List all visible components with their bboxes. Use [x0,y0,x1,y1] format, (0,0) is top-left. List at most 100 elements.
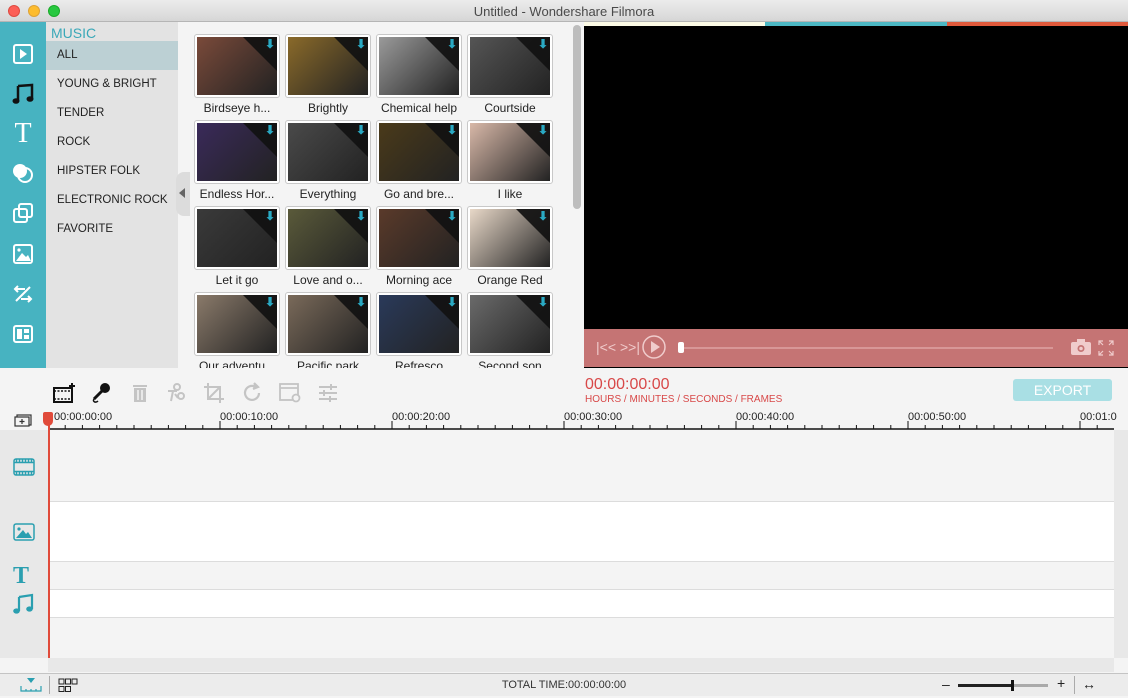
music-tile[interactable]: ⬇ Our adventu... [194,292,280,368]
add-media-icon[interactable] [51,380,77,406]
timeline-vertical-scrollbar[interactable] [1114,430,1128,658]
album-thumbnail[interactable]: ⬇ [285,120,371,184]
album-thumbnail[interactable]: ⬇ [194,34,280,98]
album-thumbnail[interactable]: ⬇ [376,206,462,270]
zoom-slider-knob[interactable] [1011,680,1014,691]
download-icon[interactable]: ⬇ [447,295,457,309]
download-icon[interactable]: ⬇ [447,209,457,223]
overlays-icon[interactable] [10,200,36,226]
music-tile[interactable]: ⬇ Everything [285,120,371,204]
download-icon[interactable]: ⬇ [265,123,275,137]
text-track[interactable] [48,562,1114,590]
music-tile[interactable]: ⬇ Endless Hor... [194,120,280,204]
zoom-in-button[interactable]: + [1057,675,1065,691]
album-thumbnail[interactable]: ⬇ [194,206,280,270]
download-icon[interactable]: ⬇ [538,37,548,51]
playback-progress-track[interactable] [683,347,1053,349]
album-thumbnail[interactable]: ⬇ [285,34,371,98]
category-favorite[interactable]: FAVORITE [46,215,178,244]
video-track[interactable] [48,430,1114,502]
music-track[interactable] [48,590,1114,618]
split-clip-icon[interactable] [163,380,189,406]
settings-panel-icon[interactable] [277,380,303,406]
text-icon[interactable]: T [10,118,36,149]
stripe-teal [765,22,947,26]
music-tile[interactable]: ⬇ Orange Red [467,206,553,290]
track-headers: T [0,430,48,658]
album-thumbnail[interactable]: ⬇ [376,120,462,184]
timeline-ruler[interactable]: 00:00:00:00 00:00:10:00 00:00:20:00 00:0… [0,408,1128,430]
timeline-horizontal-scrollbar[interactable] [48,658,1114,672]
album-thumbnail[interactable]: ⬇ [467,292,553,356]
music-tile[interactable]: ⬇ Second son [467,292,553,368]
filters-icon[interactable] [10,160,36,186]
music-tile[interactable]: ⬇ Birdseye h... [194,34,280,118]
music-icon[interactable] [10,81,36,107]
music-tile[interactable]: ⬇ Morning ace [376,206,462,290]
music-tile[interactable]: ⬇ Go and bre... [376,120,462,204]
elements-icon[interactable] [10,241,36,267]
download-icon[interactable]: ⬇ [356,37,366,51]
album-thumbnail[interactable]: ⬇ [194,120,280,184]
download-icon[interactable]: ⬇ [447,123,457,137]
playhead-handle[interactable] [43,412,53,426]
collapse-panel-button[interactable] [176,172,190,216]
category-rock[interactable]: ROCK [46,128,178,157]
album-thumbnail[interactable]: ⬇ [194,292,280,356]
export-button[interactable]: EXPORT [1013,379,1112,401]
fullscreen-icon[interactable] [1098,340,1114,361]
music-tile[interactable]: ⬇ Courtside [467,34,553,118]
music-tile[interactable]: ⬇ I like [467,120,553,204]
zoom-slider-track[interactable] [958,680,1048,691]
tile-label: Pacific park [296,359,360,368]
download-icon[interactable]: ⬇ [356,123,366,137]
download-icon[interactable]: ⬇ [265,209,275,223]
media-icon[interactable] [10,41,36,67]
transitions-icon[interactable] [10,281,36,307]
album-thumbnail[interactable]: ⬇ [376,292,462,356]
snapshot-camera-icon[interactable] [1070,338,1092,361]
image-track[interactable] [48,502,1114,562]
download-icon[interactable]: ⬇ [356,295,366,309]
category-all[interactable]: ALL [46,41,178,70]
previous-frame-button[interactable]: |<< [596,339,616,355]
album-thumbnail[interactable]: ⬇ [285,206,371,270]
download-icon[interactable]: ⬇ [538,209,548,223]
category-hipster-folk[interactable]: HIPSTER FOLK [46,157,178,186]
delete-icon[interactable] [127,380,153,406]
download-icon[interactable]: ⬇ [538,123,548,137]
album-thumbnail[interactable]: ⬇ [376,34,462,98]
rotate-icon[interactable] [239,380,265,406]
download-icon[interactable]: ⬇ [538,295,548,309]
album-thumbnail[interactable]: ⬇ [285,292,371,356]
music-tile[interactable]: ⬇ Chemical help [376,34,462,118]
tile-label: Love and o... [293,273,363,287]
record-voiceover-icon[interactable] [88,380,114,406]
category-young-bright[interactable]: YOUNG & BRIGHT [46,70,178,99]
zoom-out-button[interactable]: – [942,676,950,692]
download-icon[interactable]: ⬇ [447,37,457,51]
download-icon[interactable]: ⬇ [265,295,275,309]
download-icon[interactable]: ⬇ [265,37,275,51]
download-icon[interactable]: ⬇ [356,209,366,223]
play-button[interactable] [642,335,666,364]
album-thumbnail[interactable]: ⬇ [467,34,553,98]
playback-scrubber[interactable] [678,342,684,353]
next-frame-button[interactable]: >>| [620,339,640,355]
category-tender[interactable]: TENDER [46,99,178,128]
tile-label: Courtside [484,101,536,115]
album-thumbnail[interactable]: ⬇ [467,120,553,184]
music-tile[interactable]: ⬇ Love and o... [285,206,371,290]
music-tile[interactable]: ⬇ Brightly [285,34,371,118]
library-scrollbar[interactable] [573,25,581,209]
split-screen-icon[interactable] [10,321,36,347]
fit-timeline-icon[interactable]: ↔ [1082,676,1096,692]
music-tile[interactable]: ⬇ Let it go [194,206,280,290]
music-tile[interactable]: ⬇ Pacific park [285,292,371,368]
adjust-icon[interactable] [315,380,341,406]
crop-icon[interactable] [201,380,227,406]
music-tile[interactable]: ⬇ Refresco [376,292,462,368]
category-electronic-rock[interactable]: ELECTRONIC ROCK [46,186,178,215]
album-thumbnail[interactable]: ⬇ [467,206,553,270]
tile-label: Orange Red [477,273,543,287]
